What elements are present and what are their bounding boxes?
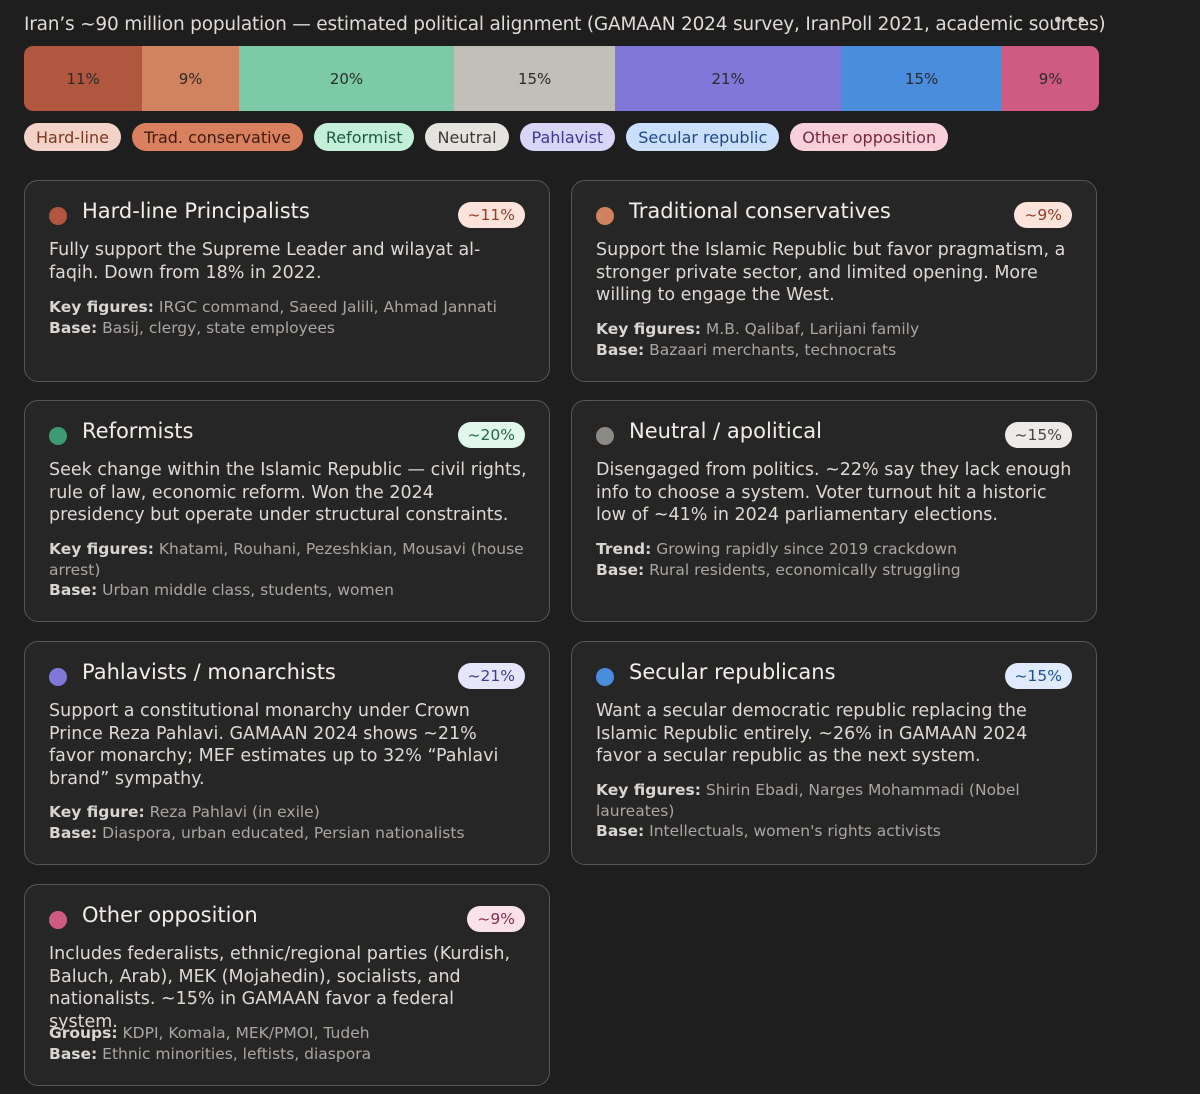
meta-line: Key figures: M.B. Qalibaf, Larijani fami…	[596, 320, 920, 338]
bar-data-label: 9%	[178, 69, 203, 88]
bar-data-label: 9%	[1038, 69, 1063, 88]
meta-line: Key figures: Shirin Ebadi, Narges Mohamm…	[596, 781, 1020, 820]
card-meta: Key figures: M.B. Qalibaf, Larijani fami…	[596, 319, 1074, 360]
card-reformists: Reformists ~20% Seek change within the I…	[24, 400, 550, 622]
bar-segment-other-opposition: 9%	[1002, 46, 1099, 111]
stacked-bar: 11% 9% 20% 15% 21% 15% 9%	[24, 46, 1099, 111]
legend-chip-other-opposition: Other opposition	[790, 123, 949, 151]
card-title: Hard-line Principalists	[82, 199, 310, 223]
percentage-badge: ~11%	[457, 202, 525, 228]
series-dot-icon	[49, 207, 67, 225]
percentage-badge: ~20%	[457, 422, 525, 448]
card-meta: Key figures: Shirin Ebadi, Narges Mohamm…	[596, 780, 1074, 842]
meta-line: Base: Rural residents, economically stru…	[596, 560, 961, 579]
card-description: Want a secular democratic republic repla…	[596, 701, 1028, 766]
card-description: Support the Islamic Republic but favor p…	[596, 240, 1066, 305]
chart-title: Iran’s ~90 million population — estimate…	[24, 14, 1106, 35]
meta-line: Base: Urban middle class, students, wome…	[49, 581, 394, 599]
card-title: Other opposition	[82, 903, 258, 927]
card-title: Secular republicans	[629, 660, 836, 684]
legend-chip-secular-republic: Secular republic	[626, 123, 780, 151]
card-other-opposition: Other opposition ~9% Includes federalist…	[24, 884, 550, 1086]
meta-line: Base: Ethnic minorities, leftists, diasp…	[49, 1044, 372, 1063]
legend-chip-hard-line: Hard-line	[24, 123, 121, 151]
card-description: Includes federalists, ethnic/regional pa…	[49, 944, 511, 1032]
bar-data-label: 15%	[904, 69, 939, 88]
percentage-badge: ~21%	[457, 663, 525, 689]
card-hard-line: Hard-line Principalists ~11% Fully suppo…	[24, 180, 550, 382]
card-description: Support a constitutional monarchy under …	[49, 701, 499, 789]
legend-chip-pahlavist: Pahlavist	[519, 123, 616, 151]
bar-segment-hard-line: 11%	[24, 46, 143, 111]
percentage-badge: ~15%	[1004, 663, 1072, 689]
card-title: Reformists	[82, 419, 194, 443]
bar-data-label: 15%	[517, 69, 552, 88]
legend-chip-neutral: Neutral	[425, 123, 509, 151]
series-dot-icon	[596, 668, 614, 686]
card-meta: Trend: Growing rapidly since 2019 crackd…	[596, 539, 1074, 580]
meta-line: Key figure: Reza Pahlavi (in exile)	[49, 803, 320, 821]
meta-line: Key figures: Khatami, Rouhani, Pezeshkia…	[49, 540, 524, 579]
percentage-badge: ~9%	[1014, 202, 1072, 228]
bar-segment-pahlavist: 21%	[615, 46, 841, 111]
legend: Hard-line Trad. conservative Reformist Neut…	[24, 123, 949, 151]
card-meta: Key figure: Reza Pahlavi (in exile) Base…	[49, 802, 527, 843]
card-description: Seek change within the Islamic Republic …	[49, 460, 527, 525]
meta-line: Base: Bazaari merchants, technocrats	[596, 340, 897, 359]
bar-data-label: 21%	[711, 69, 745, 88]
percentage-badge: ~15%	[1004, 422, 1072, 448]
legend-chip-reformist: Reformist	[313, 123, 415, 151]
percentage-badge: ~9%	[467, 906, 525, 932]
card-pahlavists: Pahlavists / monarchists ~21% Support a …	[24, 641, 550, 865]
series-dot-icon	[596, 427, 614, 445]
bar-segment-secular-republic: 15%	[841, 46, 1003, 111]
bar-data-label: 20%	[329, 69, 364, 88]
card-title: Traditional conservatives	[629, 199, 891, 223]
series-dot-icon	[49, 668, 67, 686]
card-description: Fully support the Supreme Leader and wil…	[49, 240, 481, 283]
card-secular-republicans: Secular republicans ~15% Want a secular …	[571, 641, 1097, 865]
card-description: Disengaged from politics. ~22% say they …	[596, 460, 1072, 525]
bar-segment-reformist: 20%	[239, 46, 454, 111]
card-meta: Key figures: Khatami, Rouhani, Pezeshkia…	[49, 539, 527, 601]
meta-line: Groups: KDPI, Komala, MEK/PMOI, Tudeh	[49, 1024, 370, 1042]
bar-segment-neutral: 15%	[454, 46, 616, 111]
bar-segment-trad-conservative: 9%	[142, 46, 239, 111]
meta-line: Key figures: IRGC command, Saeed Jalili,…	[49, 298, 497, 316]
card-neutral: Neutral / apolitical ~15% Disengaged fro…	[571, 400, 1097, 622]
meta-line: Base: Basij, clergy, state employees	[49, 318, 335, 337]
more-horizontal-icon[interactable]: •••	[1052, 6, 1087, 34]
card-traditional-conservatives: Traditional conservatives ~9% Support th…	[571, 180, 1097, 382]
card-title: Neutral / apolitical	[629, 419, 822, 443]
meta-line: Trend: Growing rapidly since 2019 crackd…	[596, 540, 957, 558]
bar-data-label: 11%	[66, 69, 100, 88]
meta-line: Base: Intellectuals, women's rights acti…	[596, 822, 941, 840]
card-meta: Groups: KDPI, Komala, MEK/PMOI, Tudeh Ba…	[49, 1023, 527, 1064]
series-dot-icon	[49, 427, 67, 445]
legend-chip-trad-conservative: Trad. conservative	[131, 123, 303, 151]
series-dot-icon	[49, 911, 67, 929]
meta-line: Base: Diaspora, urban educated, Persian …	[49, 823, 465, 842]
card-meta: Key figures: IRGC command, Saeed Jalili,…	[49, 297, 527, 338]
card-title: Pahlavists / monarchists	[82, 660, 336, 684]
series-dot-icon	[596, 207, 614, 225]
